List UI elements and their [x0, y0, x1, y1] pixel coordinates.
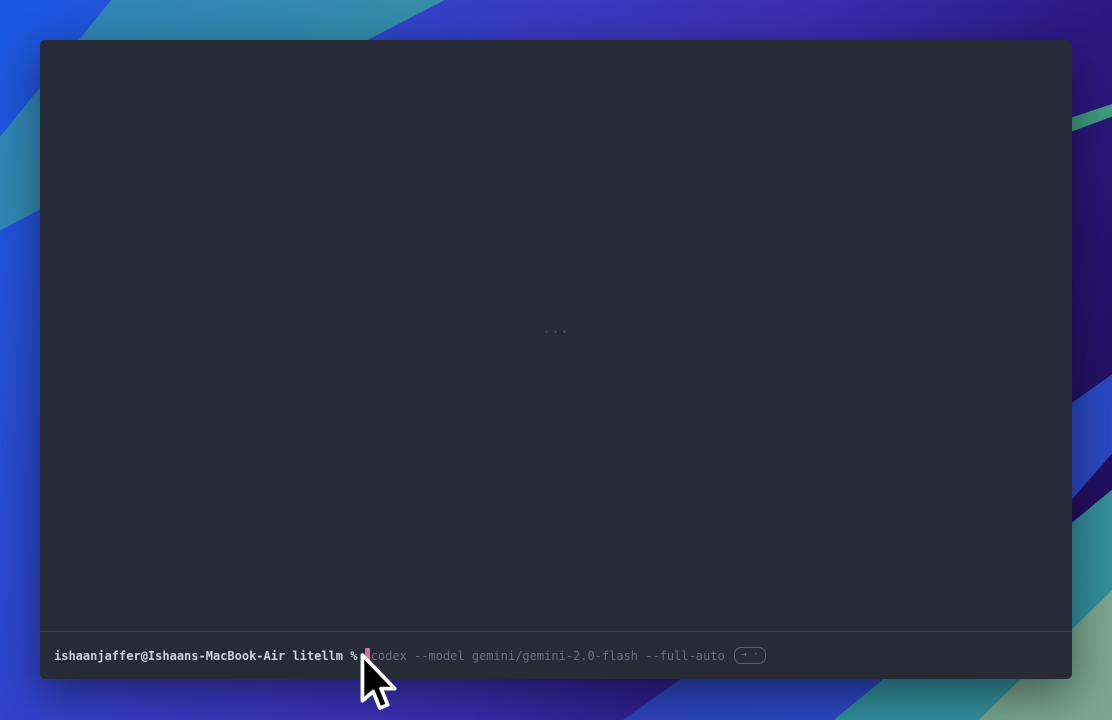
terminal-window: ... ishaanjaffer@Ishaans-MacBook-Air lit… [40, 40, 1072, 679]
prompt-directory: litellm [292, 649, 343, 663]
terminal-output-area[interactable]: ... [40, 40, 1072, 631]
wallpaper-green-streak [1066, 104, 1112, 132]
text-cursor [365, 648, 370, 663]
command-input-line[interactable]: ishaanjaffer@Ishaans-MacBook-Air litellm… [40, 632, 1072, 679]
prompt-user-host: ishaanjaffer@Ishaans-MacBook-Air [54, 649, 285, 663]
loading-dots: ... [543, 322, 569, 337]
desktop: ... ishaanjaffer@Ishaans-MacBook-Air lit… [0, 0, 1112, 720]
autosuggestion-text[interactable]: codex --model gemini/gemini-2.0-flash --… [371, 649, 725, 663]
prompt-symbol: % [350, 649, 357, 663]
tab-accept-badge[interactable]: → · [734, 647, 766, 665]
